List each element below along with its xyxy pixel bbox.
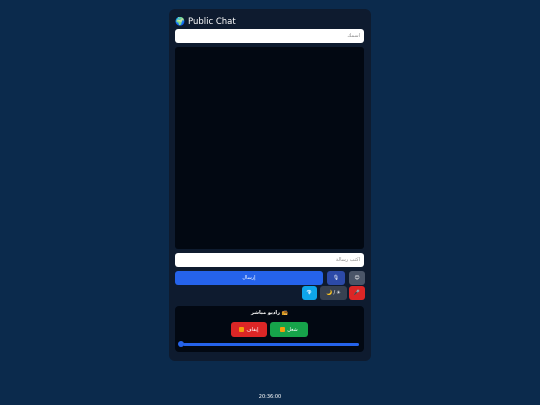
radio-title: 📻 راديو مباشر bbox=[251, 310, 288, 316]
message-input[interactable] bbox=[175, 253, 364, 267]
volume-track[interactable] bbox=[183, 343, 359, 346]
mic-button[interactable]: 🎙 bbox=[327, 271, 345, 285]
clock-text: 20:36:00 bbox=[258, 394, 282, 400]
play-icon bbox=[280, 327, 286, 332]
theme-toggle-button[interactable]: 🌙 / ☀ bbox=[320, 286, 347, 300]
send-button[interactable]: إرسال bbox=[175, 271, 323, 285]
mic-icon: 🎙 bbox=[332, 274, 340, 281]
messages-area bbox=[175, 47, 364, 249]
radio-player: 📻 راديو مباشر شغل إيقاف bbox=[175, 306, 364, 352]
play-button[interactable]: شغل bbox=[270, 322, 308, 337]
globe-icon: 🌍 bbox=[175, 17, 185, 26]
gem-button[interactable]: 💎 bbox=[302, 286, 317, 300]
chat-title: Public Chat bbox=[187, 17, 236, 27]
emoji-button[interactable]: 😊 bbox=[349, 271, 365, 285]
send-button-label: إرسال bbox=[242, 275, 256, 281]
stop-button-label: إيقاف bbox=[246, 326, 259, 333]
record-button[interactable]: 🎤 bbox=[349, 286, 365, 300]
moon-icon: 🌙 bbox=[326, 289, 333, 296]
chat-panel: 🌍 Public Chat إرسال 🎙 😊 💎 🌙 / ☀ 🎤 📻 رادي… bbox=[169, 9, 371, 361]
stop-icon bbox=[239, 327, 245, 332]
theme-separator: / bbox=[333, 289, 336, 296]
play-button-label: شغل bbox=[287, 326, 298, 333]
emoji-icon: 😊 bbox=[354, 274, 360, 281]
gem-icon: 💎 bbox=[306, 289, 313, 296]
record-icon: 🎤 bbox=[353, 289, 361, 296]
sun-icon: ☀ bbox=[336, 289, 341, 296]
volume-slider-thumb[interactable] bbox=[178, 341, 184, 347]
chat-header: 🌍 Public Chat bbox=[175, 15, 236, 29]
name-input[interactable] bbox=[175, 29, 364, 43]
stop-button[interactable]: إيقاف bbox=[231, 322, 267, 337]
